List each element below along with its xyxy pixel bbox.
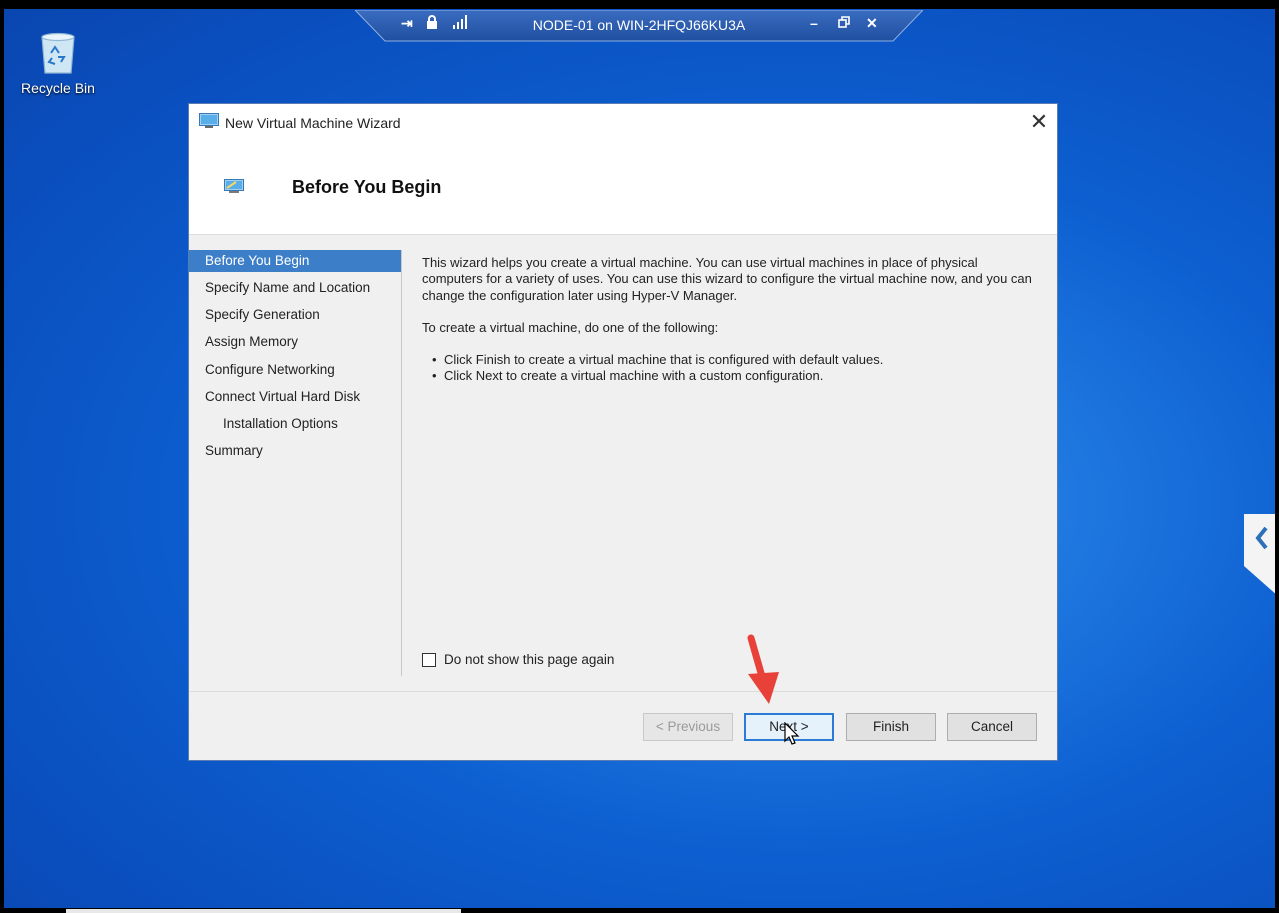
wizard-steps-nav: Before You Begin Specify Name and Locati… xyxy=(189,250,401,467)
virtual-machine-icon xyxy=(224,179,246,200)
mouse-cursor-icon xyxy=(784,721,800,751)
finish-button[interactable]: Finish xyxy=(846,713,936,741)
step-connect-virtual-hard-disk[interactable]: Connect Virtual Hard Disk xyxy=(189,386,401,413)
side-flyout-tab[interactable] xyxy=(1244,514,1275,596)
recycle-bin-icon xyxy=(38,29,78,75)
close-button[interactable]: ✕ xyxy=(1025,108,1053,136)
step-before-you-begin[interactable]: Before You Begin xyxy=(189,250,401,272)
recycle-bin-label: Recycle Bin xyxy=(21,80,95,96)
new-vm-wizard-dialog: New Virtual Machine Wizard ✕ Before You … xyxy=(188,103,1058,761)
instruction-text: To create a virtual machine, do one of t… xyxy=(422,319,719,335)
recycle-bin-shortcut[interactable]: Recycle Bin xyxy=(18,29,98,96)
intro-text: This wizard helps you create a virtual m… xyxy=(422,255,1032,303)
step-specify-generation[interactable]: Specify Generation xyxy=(189,304,401,331)
monitor-icon xyxy=(199,113,219,134)
step-summary[interactable]: Summary xyxy=(189,440,401,467)
close-icon[interactable]: ✕ xyxy=(866,15,878,32)
annotation-arrow-icon xyxy=(743,634,783,711)
step-configure-networking[interactable]: Configure Networking xyxy=(189,359,401,386)
wizard-content: This wizard helps you create a virtual m… xyxy=(422,255,1032,385)
step-installation-options[interactable]: Installation Options xyxy=(189,413,401,440)
list-item: Click Finish to create a virtual machine… xyxy=(432,352,1032,369)
do-not-show-again-row: Do not show this page again xyxy=(422,652,614,667)
step-specify-name-location[interactable]: Specify Name and Location xyxy=(189,277,401,304)
dialog-header: New Virtual Machine Wizard ✕ Before You … xyxy=(189,104,1057,235)
taskbar-edge xyxy=(0,908,1279,913)
restore-icon[interactable] xyxy=(838,15,850,31)
footer-divider xyxy=(189,691,1057,692)
option-list: Click Finish to create a virtual machine… xyxy=(422,352,1032,385)
page-title: Before You Begin xyxy=(292,177,442,197)
dialog-title: New Virtual Machine Wizard xyxy=(225,115,401,131)
step-assign-memory[interactable]: Assign Memory xyxy=(189,331,401,358)
remote-connection-bar: ⇥ NODE-01 on WIN-2HFQJ66KU3A – ✕ xyxy=(355,10,923,42)
do-not-show-again-checkbox[interactable] xyxy=(422,652,436,667)
nav-divider xyxy=(401,250,402,676)
checkbox-label: Do not show this page again xyxy=(444,652,615,667)
list-item: Click Next to create a virtual machine w… xyxy=(432,368,1032,385)
cancel-button[interactable]: Cancel xyxy=(947,713,1037,741)
previous-button[interactable]: < Previous xyxy=(643,713,733,741)
minimize-icon[interactable]: – xyxy=(810,15,818,31)
